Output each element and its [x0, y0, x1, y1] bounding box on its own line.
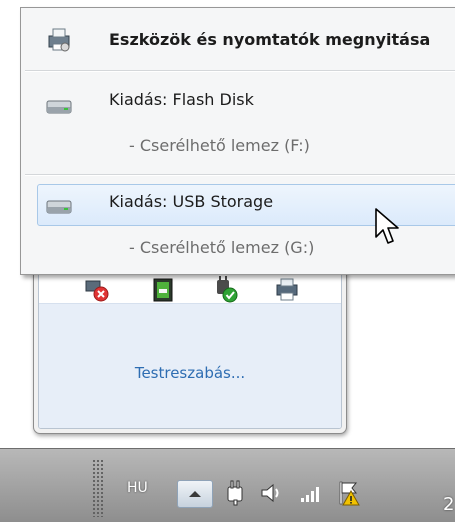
taskbar-grip[interactable]: [92, 459, 104, 517]
menu-item-sub-label: - Cserélhető lemez (G:): [129, 238, 315, 257]
chevron-up-icon: [189, 491, 201, 497]
menu-item-label: Kiadás: Flash Disk: [109, 90, 254, 109]
mouse-cursor-icon: [375, 208, 399, 244]
devices-printers-icon: [48, 28, 70, 52]
customize-link[interactable]: Testreszabás...: [39, 364, 341, 382]
menu-separator: [25, 174, 455, 176]
drive-icon: [46, 200, 72, 214]
signal-bars-icon[interactable]: [298, 479, 324, 507]
power-plug-icon[interactable]: [222, 479, 248, 507]
printer-icon[interactable]: [273, 276, 301, 304]
drive-icon: [46, 100, 72, 114]
menu-item-eject-flash-disk[interactable]: Kiadás: Flash Disk - Cserélhető lemez (F…: [25, 80, 455, 170]
power-plug-check-icon[interactable]: [211, 276, 239, 304]
action-center-flag-icon[interactable]: [336, 479, 362, 507]
menu-separator: [25, 70, 455, 72]
network-error-icon[interactable]: [83, 276, 111, 304]
battery-green-icon[interactable]: [149, 276, 177, 304]
taskbar: HU 2: [0, 448, 455, 522]
menu-item-label: Eszközök és nyomtatók megnyitása: [109, 30, 431, 49]
speaker-icon[interactable]: [258, 479, 284, 507]
menu-item-sub-label: - Cserélhető lemez (F:): [129, 136, 310, 155]
language-indicator[interactable]: HU: [127, 480, 148, 496]
menu-item-label: Kiadás: USB Storage: [109, 192, 274, 211]
customize-bar: Testreszabás...: [39, 303, 341, 428]
show-hidden-icons-button[interactable]: [177, 480, 213, 508]
clock-text[interactable]: 2: [443, 494, 454, 515]
menu-item-open-devices-printers[interactable]: Eszközök és nyomtatók megnyitása: [25, 22, 455, 58]
